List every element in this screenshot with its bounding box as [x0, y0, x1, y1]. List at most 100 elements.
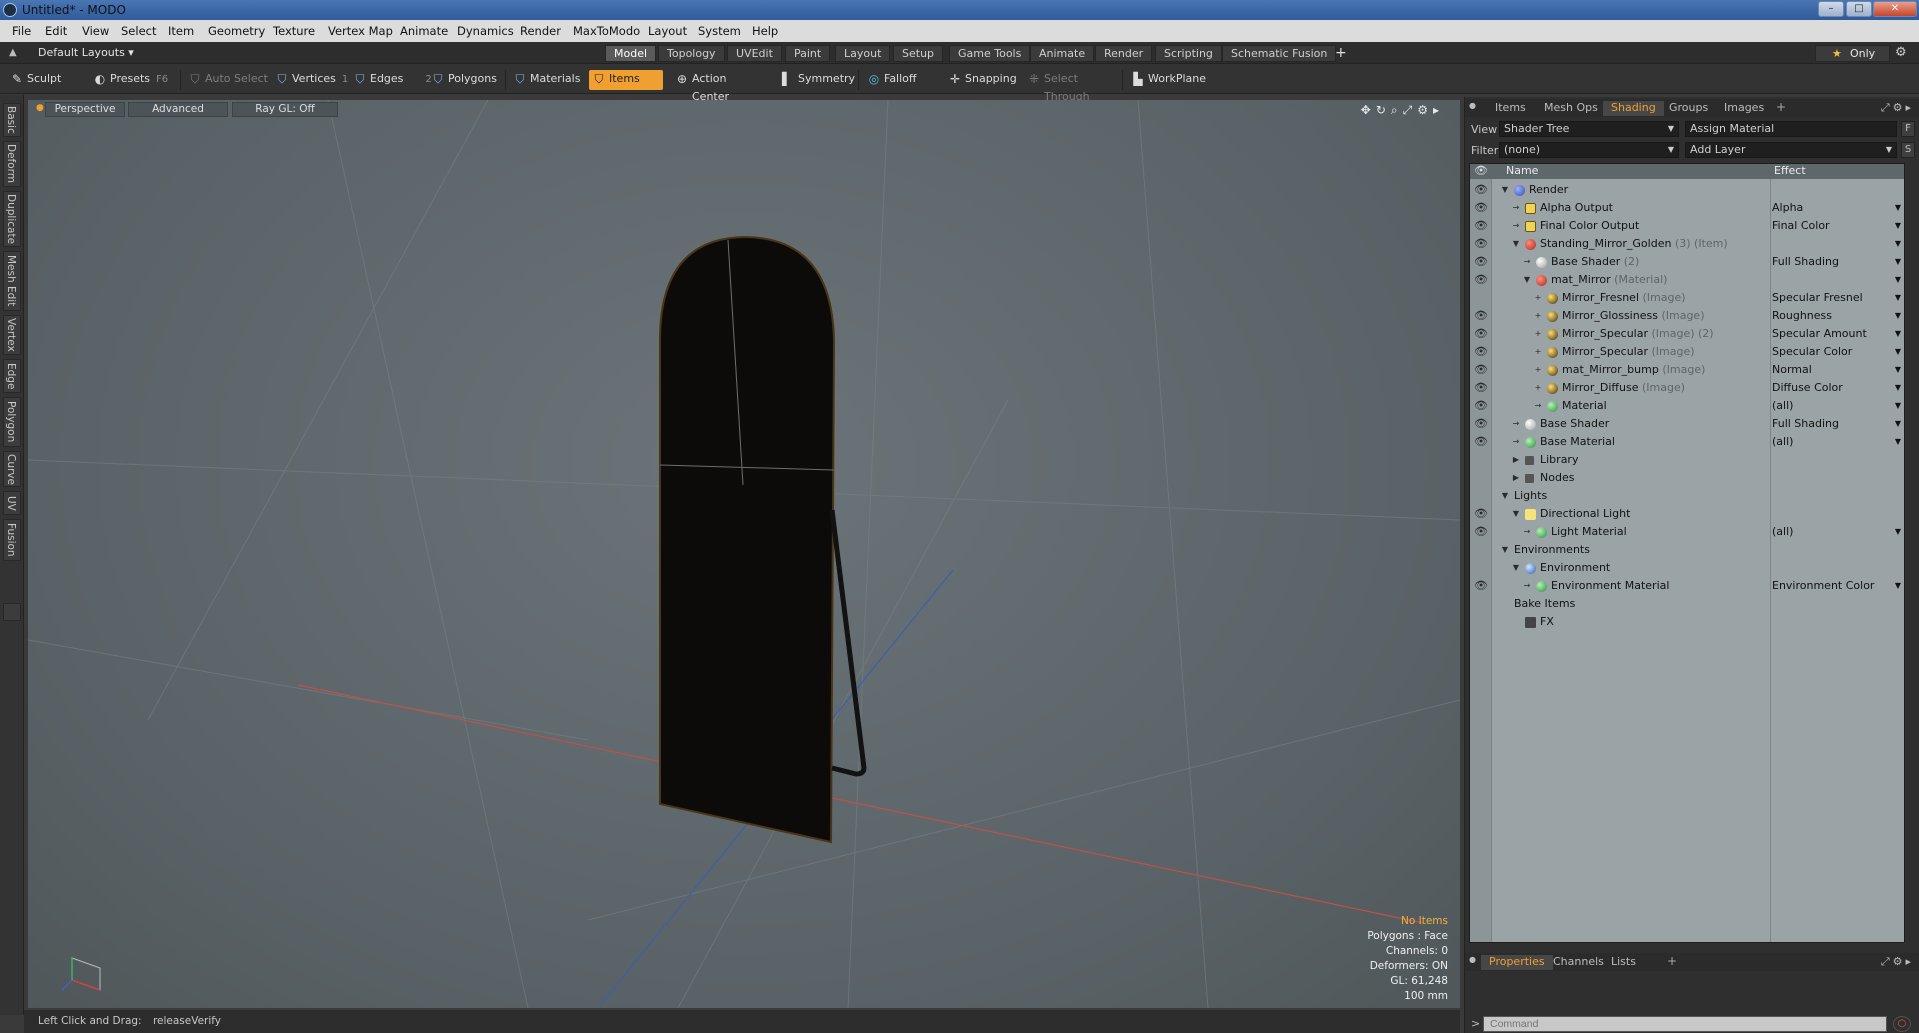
tab-model[interactable]: Model [605, 45, 657, 62]
tree-row[interactable]: ▼ Environment [1470, 559, 1904, 577]
tree-row[interactable]: ▶ Library [1470, 451, 1904, 469]
effect-dropdown[interactable]: Roughness ▼ [1772, 307, 1904, 325]
layout-selector[interactable]: Default Layouts ▾ [38, 46, 134, 59]
tab-lists[interactable]: Lists [1603, 955, 1644, 970]
tree-row[interactable]: ▼ Environments [1470, 541, 1904, 559]
tree-row[interactable]: 👁 → Base Material (all) ▼ [1470, 433, 1904, 451]
tree-row[interactable]: 👁 → Material (all) ▼ [1470, 397, 1904, 415]
s-button[interactable]: S [1901, 142, 1915, 158]
menu-view[interactable]: View [82, 24, 109, 38]
expand-toggle-icon[interactable]: → [1522, 523, 1532, 541]
vtab-uv[interactable]: UV [3, 491, 21, 515]
visibility-eye-icon[interactable]: 👁 [1474, 361, 1488, 379]
tree-row[interactable]: 👁 ▼ Directional Light [1470, 505, 1904, 523]
panel-menu-dot-icon[interactable]: ● [1469, 955, 1476, 964]
tree-row[interactable]: 👁 + Mirror_Specular (Image) Specular Color ▼ [1470, 343, 1904, 361]
expand-toggle-icon[interactable]: + [1533, 325, 1543, 343]
advanced-button[interactable]: Advanced [128, 102, 228, 117]
vtab-curve[interactable]: Curve [3, 451, 21, 487]
visibility-eye-icon[interactable]: 👁 [1474, 181, 1488, 199]
vtab-edge[interactable]: Edge [3, 359, 21, 393]
vtab-mesh-edit[interactable]: Mesh Edit [3, 251, 21, 311]
tree-row[interactable]: 👁 + Mirror_Glossiness (Image) Roughness ▼ [1470, 307, 1904, 325]
gear-icon[interactable]: ⚙ [1895, 45, 1907, 60]
tab-game-tools[interactable]: Game Tools [949, 45, 1031, 62]
tab-groups[interactable]: Groups [1661, 101, 1716, 116]
expand-toggle-icon[interactable]: → [1522, 253, 1532, 271]
perspective-button[interactable]: Perspective [45, 102, 125, 117]
tree-row[interactable]: + Mirror_Fresnel (Image) Specular Fresnel ▼ [1470, 289, 1904, 307]
tab-topology[interactable]: Topology [658, 45, 725, 62]
expand-toggle-icon[interactable]: ▼ [1511, 559, 1521, 577]
effect-dropdown[interactable]: Specular Fresnel ▼ [1772, 289, 1904, 307]
raygl-button[interactable]: Ray GL: Off [232, 102, 338, 117]
visibility-eye-icon[interactable]: 👁 [1474, 217, 1488, 235]
add-panel-tab-button[interactable]: + [1776, 100, 1786, 114]
tree-row[interactable]: FX [1470, 613, 1904, 631]
auto-select-button[interactable]: ⛉ Auto Select [185, 70, 269, 90]
visibility-eye-icon[interactable]: 👁 [1474, 271, 1488, 289]
expand-toggle-icon[interactable]: ▼ [1500, 487, 1510, 505]
vtab-duplicate[interactable]: Duplicate [3, 191, 21, 247]
panel-menu-dot-icon[interactable]: ● [1469, 101, 1476, 110]
effect-column-header[interactable]: Effect [1774, 164, 1806, 178]
tab-items[interactable]: Items [1487, 101, 1534, 116]
falloff-button[interactable]: ◎ Falloff [864, 70, 944, 90]
tab-scripting[interactable]: Scripting [1155, 45, 1222, 62]
effect-dropdown[interactable]: (all) ▼ [1772, 397, 1904, 415]
menu-file[interactable]: File [12, 24, 31, 38]
effect-dropdown[interactable]: Environment Color ▼ [1772, 577, 1904, 595]
collapse-arrow-icon[interactable]: ▲ [9, 47, 17, 58]
shader-tree[interactable]: 👁 Name Effect 👁 ▼ Render 👁 → Alpha Output Alph… [1469, 163, 1905, 943]
visibility-eye-icon[interactable]: 👁 [1474, 253, 1488, 271]
visibility-eye-icon[interactable]: 👁 [1474, 523, 1488, 541]
action-center-button[interactable]: ⊕ Action Center [672, 70, 764, 103]
expand-toggle-icon[interactable]: → [1511, 433, 1521, 451]
tree-row[interactable]: 👁 → Light Material (all) ▼ [1470, 523, 1904, 541]
tree-row[interactable]: 👁 → Base Shader Full Shading ▼ [1470, 415, 1904, 433]
expand-toggle-icon[interactable]: + [1533, 379, 1543, 397]
vtab-polygon[interactable]: Polygon [3, 397, 21, 447]
menu-system[interactable]: System [698, 24, 741, 38]
menu-select[interactable]: Select [121, 24, 156, 38]
filter-dropdown[interactable]: (none) ▼ [1499, 142, 1679, 158]
expand-toggle-icon[interactable]: → [1511, 217, 1521, 235]
assign-material-button[interactable]: Assign Material [1685, 121, 1897, 137]
tab-images[interactable]: Images [1716, 101, 1772, 116]
expand-toggle-icon[interactable]: + [1533, 343, 1543, 361]
effect-dropdown[interactable]: Alpha ▼ [1772, 199, 1904, 217]
tree-row[interactable]: 👁 → Environment Material Environment Color ▼ [1470, 577, 1904, 595]
viewport-nav-icons[interactable]: ✥↻⌕⤢⚙▸ [1361, 103, 1444, 118]
menu-maxtomodo[interactable]: MaxToModo [573, 24, 640, 38]
tab-setup[interactable]: Setup [893, 45, 944, 62]
effect-dropdown[interactable]: Normal ▼ [1772, 361, 1904, 379]
expand-toggle-icon[interactable]: + [1533, 361, 1543, 379]
add-tab-button[interactable]: + [1335, 45, 1347, 61]
tree-row[interactable]: 👁 → Final Color Output Final Color ▼ [1470, 217, 1904, 235]
expand-toggle-icon[interactable]: + [1533, 289, 1543, 307]
visibility-eye-icon[interactable]: 👁 [1474, 199, 1488, 217]
visibility-eye-icon[interactable]: 👁 [1474, 379, 1488, 397]
expand-toggle-icon[interactable]: + [1533, 307, 1543, 325]
expand-toggle-icon[interactable]: → [1511, 415, 1521, 433]
expand-toggle-icon[interactable]: ▶ [1511, 469, 1521, 487]
3d-viewport[interactable]: No Items Polygons : Face Channels: 0 Def… [28, 100, 1460, 1008]
vertices-button[interactable]: ⛉ Vertices 1 [272, 70, 348, 90]
menu-animate[interactable]: Animate [400, 24, 448, 38]
tree-row[interactable]: 👁 → Base Shader (2) Full Shading ▼ [1470, 253, 1904, 271]
viewport-menu-dot-icon[interactable]: ● [36, 103, 44, 113]
visibility-eye-icon[interactable]: 👁 [1474, 307, 1488, 325]
tree-row[interactable]: 👁 → Alpha Output Alpha ▼ [1470, 199, 1904, 217]
tree-row[interactable]: 👁 + mat_Mirror_bump (Image) Normal ▼ [1470, 361, 1904, 379]
visibility-eye-icon[interactable]: 👁 [1474, 577, 1488, 595]
sculpt-button[interactable]: ✎ Sculpt [7, 70, 85, 90]
menu-render[interactable]: Render [520, 24, 561, 38]
tab-layout[interactable]: Layout [835, 45, 891, 62]
minimize-button[interactable]: – [1818, 1, 1844, 17]
visibility-eye-icon[interactable]: 👁 [1474, 343, 1488, 361]
tab-properties[interactable]: Properties [1481, 955, 1553, 970]
menu-dynamics[interactable]: Dynamics [457, 24, 514, 38]
expand-toggle-icon[interactable]: ▼ [1511, 505, 1521, 523]
expand-toggle-icon[interactable]: ▼ [1500, 541, 1510, 559]
workplane-button[interactable]: ▙ WorkPlane [1128, 70, 1206, 90]
